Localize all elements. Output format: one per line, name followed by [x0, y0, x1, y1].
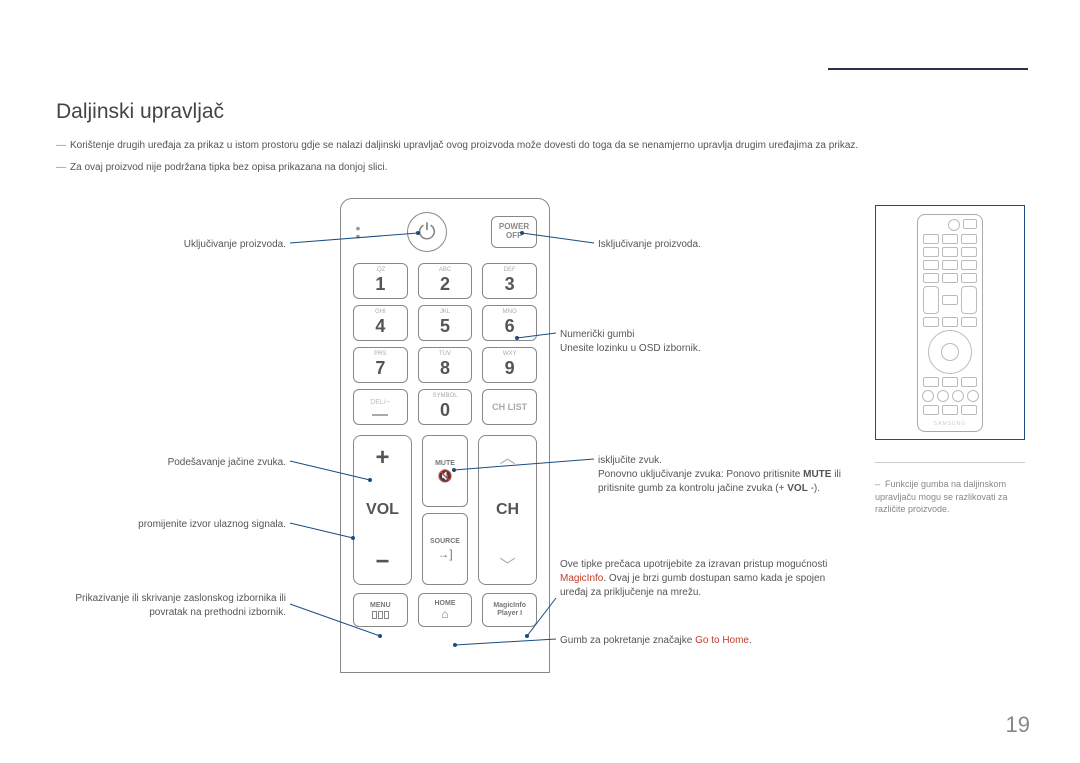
ch-up-icon: ︿ [499, 444, 515, 468]
num-4-button: GHI4 [353, 305, 408, 341]
power-off-button: POWER OFF [491, 216, 537, 248]
num-0-main: 0 [440, 400, 450, 421]
callout-num-a: Numerički gumbi [560, 329, 634, 340]
num-sub: .QZ [375, 267, 385, 273]
callout-home: Gumb za pokretanje značajke Go to Home. [560, 634, 830, 648]
num-sub: TUV [439, 351, 451, 357]
chlist-button: CH LIST [482, 389, 537, 425]
remote-diagram: •• ⏻ POWER OFF .QZ1ABC2DEF3GHI4JKL5MNO6P… [340, 198, 550, 673]
page-title: Daljinski upravljač [56, 100, 224, 124]
power-icon: ⏻ [418, 219, 435, 245]
del-label: DEL/-- [370, 399, 390, 406]
callout-mute-post: -). [808, 483, 820, 494]
callout-num-b: Unesite lozinku u OSD izbornik. [560, 343, 701, 354]
callout-mute-vol: VOL [787, 483, 808, 494]
magicinfo-button: MagicInfo Player I [482, 593, 537, 627]
mini-dpad-icon [928, 330, 972, 374]
num-2-button: ABC2 [418, 263, 473, 299]
separator-line [875, 462, 1025, 463]
power-off-label-bottom: OFF [506, 232, 522, 241]
magic-bottom: Player I [497, 610, 522, 618]
callout-home-red: Go to Home [695, 635, 749, 646]
power-on-button: ⏻ [407, 212, 447, 252]
callout-power-off: Isključivanje proizvoda. [598, 238, 838, 252]
num-main: 5 [440, 316, 450, 337]
num-main: 3 [505, 274, 515, 295]
num-sub: PRS [374, 351, 386, 357]
callout-magic-red: MagicInfo [560, 573, 603, 584]
note-1-text: Korištenje drugih uređaja za prikaz u is… [70, 140, 858, 151]
num-1-button: .QZ1 [353, 263, 408, 299]
chlist-label: CH LIST [492, 402, 527, 412]
num-main: 4 [375, 316, 385, 337]
vol-minus-icon: − [375, 548, 389, 576]
num-sub: DEF [504, 267, 516, 273]
callout-magic-pre: Ove tipke prečaca upotrijebite za izrava… [560, 559, 827, 570]
num-sub: MNO [503, 309, 517, 315]
ch-label: CH [496, 501, 519, 519]
vol-plus-icon: + [375, 444, 389, 472]
del-button: DEL/-- [353, 389, 408, 425]
mute-icon: 🔇 [438, 469, 453, 483]
callout-power-on: Uključivanje proizvoda. [56, 238, 286, 252]
num-6-button: MNO6 [482, 305, 537, 341]
ch-down-icon: ﹀ [499, 552, 515, 576]
num-sub: WXY [503, 351, 517, 357]
mini-brand: SAMSUNG [923, 421, 977, 427]
source-label: SOURCE [430, 538, 460, 545]
magic-top: MagicInfo [493, 602, 526, 610]
source-button: SOURCE →] [422, 513, 468, 585]
dash-icon [372, 414, 388, 416]
callout-mute-mute: MUTE [803, 469, 831, 480]
callout-source: promijenite izvor ulaznog signala. [56, 518, 286, 532]
menu-button: MENU [353, 593, 408, 627]
num-8-button: TUV8 [418, 347, 473, 383]
callout-mute-a: isključite zvuk. [598, 455, 662, 466]
symbol-label: SYMBOL [432, 393, 457, 399]
source-icon: →] [437, 547, 452, 561]
callout-vol: Podešavanje jačine zvuka. [56, 456, 286, 470]
mini-note: –Funkcije gumba na daljinskom upravljaču… [875, 478, 1025, 516]
num-3-button: DEF3 [482, 263, 537, 299]
num-main: 7 [375, 358, 385, 379]
callout-mute-pre: Ponovno uključivanje zvuka: Ponovo priti… [598, 469, 803, 480]
callout-magicinfo: Ove tipke prečaca upotrijebite za izrava… [560, 558, 830, 600]
callout-menu: Prikazivanje ili skrivanje zaslonskog iz… [56, 592, 286, 620]
mini-remote: SAMSUNG [917, 214, 983, 432]
menu-icon [372, 611, 389, 619]
note-2: ―Za ovaj proizvod nije podržana tipka be… [56, 162, 387, 173]
menu-label: MENU [370, 602, 391, 609]
vol-rocker: + VOL − [353, 435, 412, 585]
num-main: 6 [505, 316, 515, 337]
num-9-button: WXY9 [482, 347, 537, 383]
num-sub: ABC [439, 267, 451, 273]
num-5-button: JKL5 [418, 305, 473, 341]
ch-rocker: ︿ CH ﹀ [478, 435, 537, 585]
num-main: 2 [440, 274, 450, 295]
home-button: HOME ⌂ [418, 593, 473, 627]
mini-note-text: Funkcije gumba na daljinskom upravljaču … [875, 479, 1008, 514]
num-0-button: SYMBOL 0 [418, 389, 473, 425]
num-main: 9 [505, 358, 515, 379]
mute-button: MUTE 🔇 [422, 435, 468, 507]
num-main: 8 [440, 358, 450, 379]
home-icon: ⌂ [441, 607, 448, 621]
num-sub: GHI [375, 309, 386, 315]
callout-num: Numerički gumbi Unesite lozinku u OSD iz… [560, 328, 800, 356]
vol-label: VOL [366, 501, 399, 519]
note-2-text: Za ovaj proizvod nije podržana tipka bez… [70, 162, 387, 173]
callout-mute: isključite zvuk. Ponovno uključivanje zv… [598, 454, 848, 496]
num-main: 1 [375, 274, 385, 295]
mini-remote-frame: SAMSUNG [875, 205, 1025, 440]
note-1: ―Korištenje drugih uređaja za prikaz u i… [56, 140, 858, 151]
header-rule [828, 68, 1028, 70]
num-sub: JKL [440, 309, 450, 315]
page-number: 19 [1006, 712, 1030, 738]
num-7-button: PRS7 [353, 347, 408, 383]
home-label: HOME [434, 600, 455, 607]
mute-label: MUTE [435, 460, 455, 467]
ir-led-icon: •• [353, 224, 363, 240]
callout-home-pre: Gumb za pokretanje značajke [560, 635, 695, 646]
